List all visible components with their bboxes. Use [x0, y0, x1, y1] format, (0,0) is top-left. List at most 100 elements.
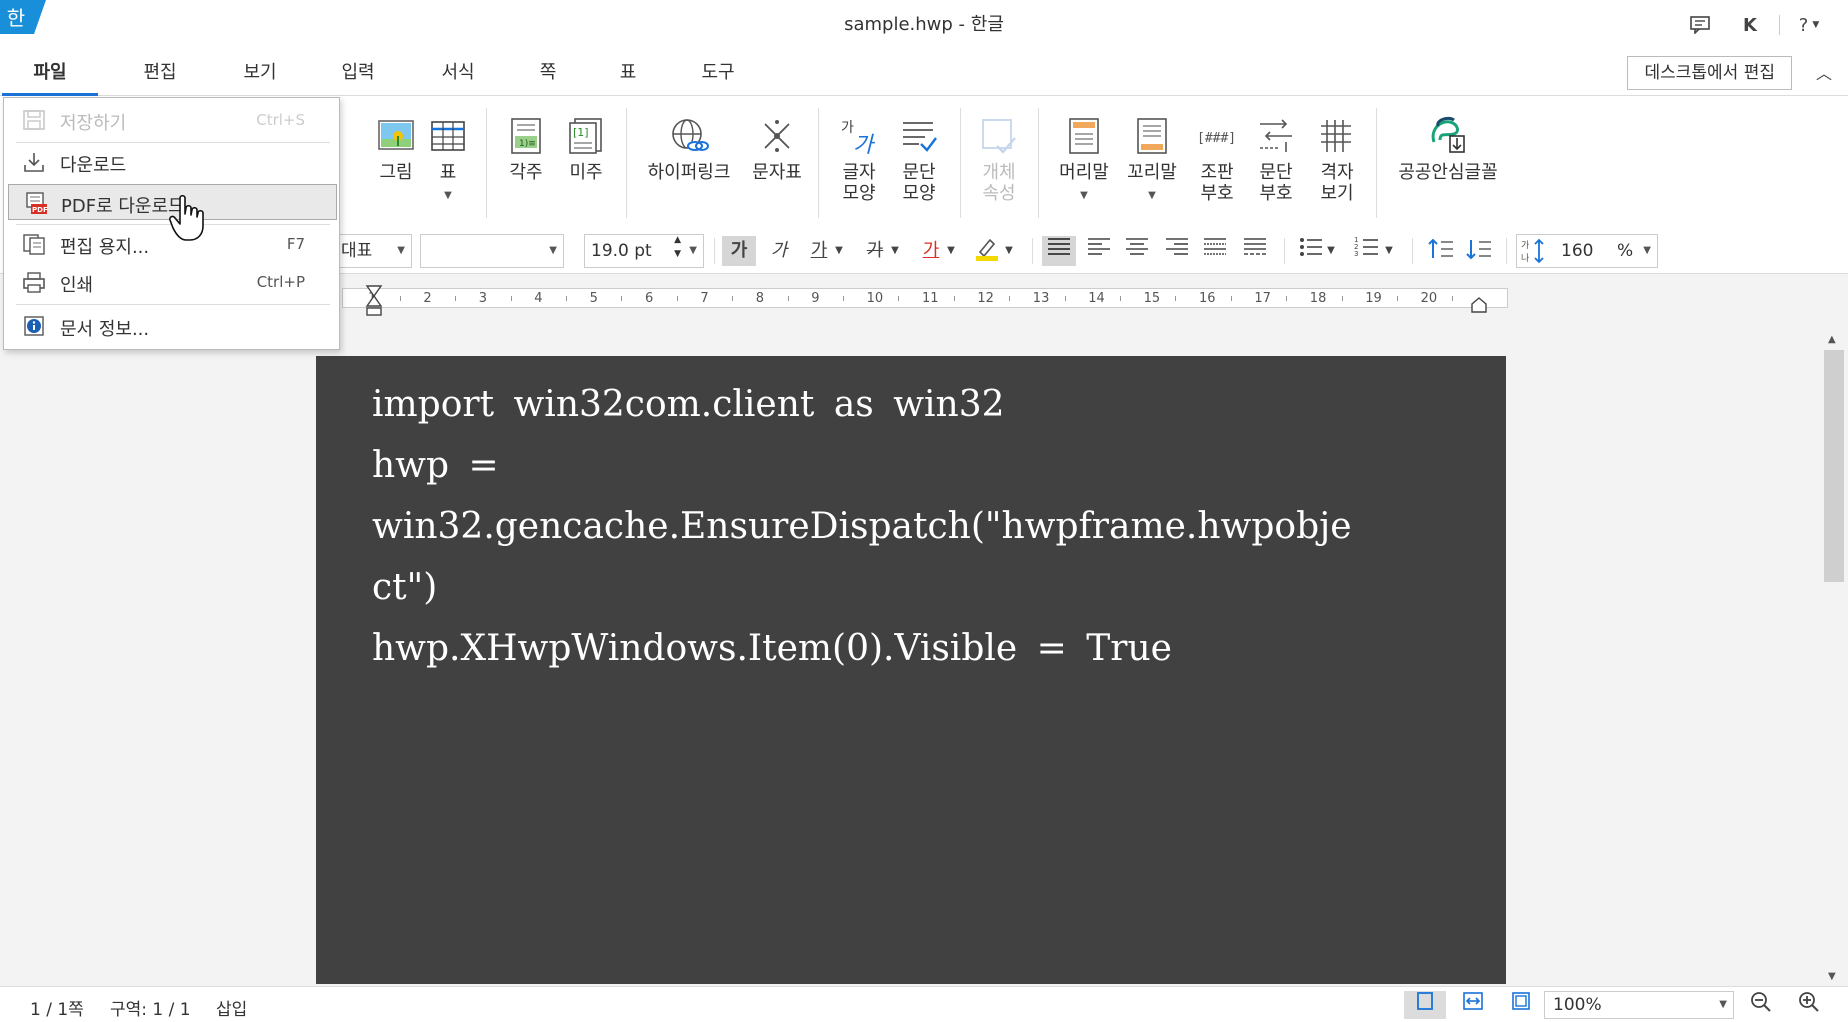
menu-item-download[interactable]: 다운로드: [8, 144, 337, 180]
bold-button[interactable]: 가: [722, 236, 756, 266]
object-properties-button[interactable]: 개체 속성: [976, 116, 1022, 204]
underline-button[interactable]: 가: [802, 236, 836, 266]
justify-button[interactable]: [1042, 236, 1076, 266]
indent-marker-icon[interactable]: [364, 284, 384, 318]
table-button[interactable]: 표 ▼: [428, 116, 468, 206]
table-dropdown-icon[interactable]: ▼: [428, 185, 468, 206]
font-select[interactable]: ▼: [420, 234, 564, 268]
highlight-dropdown-icon[interactable]: ▼: [1002, 236, 1016, 266]
size-stepper-icon[interactable]: ▲ ▼: [674, 233, 681, 261]
numbered-list-button[interactable]: 123: [1350, 236, 1384, 266]
tab-edit[interactable]: 편집: [120, 50, 200, 96]
align-right-icon: [1166, 238, 1188, 255]
ruler-number: 12: [977, 291, 994, 306]
endnote-icon: [1]: [569, 118, 602, 154]
tab-format[interactable]: 서식: [418, 50, 498, 96]
align-right-button[interactable]: [1160, 236, 1194, 266]
tab-file[interactable]: 파일: [2, 50, 98, 96]
svg-text:가: 가: [1521, 240, 1529, 251]
fit-width-button[interactable]: [1452, 991, 1494, 1019]
zoom-in-button[interactable]: [1788, 991, 1830, 1019]
distribute-button[interactable]: [1198, 236, 1232, 266]
ruler-tick: [621, 296, 623, 301]
ruler-tick: [1396, 296, 1398, 301]
window-title: sample.hwp - 한글: [844, 14, 1004, 35]
italic-button[interactable]: 가: [762, 236, 796, 266]
strikethrough-button[interactable]: 가: [858, 236, 892, 266]
fit-page-button[interactable]: [1500, 991, 1542, 1019]
bullet-dropdown-icon[interactable]: ▼: [1324, 236, 1338, 266]
right-margin-marker-icon[interactable]: [1470, 296, 1488, 314]
tab-page[interactable]: 쪽: [508, 50, 588, 96]
tab-view[interactable]: 보기: [220, 50, 300, 96]
menu-item-print[interactable]: 인쇄 Ctrl+P: [8, 264, 337, 300]
insert-mode-indicator[interactable]: 삽입: [216, 995, 247, 1020]
safe-font-button[interactable]: 공공안심글꼴: [1392, 116, 1504, 183]
scrollbar-thumb[interactable]: [1824, 350, 1844, 582]
help-button[interactable]: ? ▼: [1784, 12, 1834, 38]
menu-item-doc-info[interactable]: 문서 정보...: [8, 308, 337, 344]
document-page[interactable]: import win32com.client as win32 hwp = wi…: [316, 356, 1506, 984]
strike-dropdown-icon[interactable]: ▼: [888, 236, 902, 266]
underline-dropdown-icon[interactable]: ▼: [832, 236, 846, 266]
align-left-button[interactable]: [1082, 236, 1116, 266]
para-shape-button[interactable]: 문단 모양: [896, 116, 942, 204]
safe-font-icon: [1431, 116, 1465, 153]
footer-icon: [1137, 118, 1167, 154]
highlight-button[interactable]: [970, 236, 1004, 266]
vertical-scrollbar[interactable]: ▲ ▼: [1820, 330, 1848, 986]
toolbar-divider: [1032, 238, 1033, 264]
grid-view-button[interactable]: 격자 보기: [1314, 116, 1360, 204]
charmap-button[interactable]: 문자표: [748, 116, 806, 183]
page-view-button[interactable]: [1404, 991, 1446, 1019]
desktop-edit-button[interactable]: 데스크톱에서 편집: [1627, 56, 1792, 90]
tab-tools[interactable]: 도구: [678, 50, 758, 96]
footer-dropdown-icon[interactable]: ▼: [1122, 185, 1182, 206]
bookmark-code-button[interactable]: [###] 조판 부호: [1194, 116, 1240, 204]
account-button[interactable]: K: [1725, 12, 1775, 38]
header-dropdown-icon[interactable]: ▼: [1054, 185, 1114, 206]
fit-width-icon: [1463, 992, 1483, 1010]
ruler-tick: [1119, 296, 1121, 301]
menu-item-save[interactable]: 저장하기 Ctrl+S: [8, 102, 337, 138]
svg-text:1)≡: 1)≡: [519, 139, 536, 149]
hyperlink-button[interactable]: 하이퍼링크: [642, 116, 736, 183]
zoom-out-button[interactable]: [1740, 991, 1782, 1019]
picture-button[interactable]: 그림: [366, 116, 426, 183]
scroll-down-icon[interactable]: ▼: [1828, 971, 1836, 982]
line-spacing-input[interactable]: 가나 160 % ▼: [1516, 234, 1658, 268]
endnote-button[interactable]: [1] 미주: [565, 116, 607, 183]
horizontal-ruler[interactable]: 1234567891011121314151617181920: [342, 288, 1508, 308]
document-text[interactable]: import win32com.client as win32 hwp = wi…: [372, 374, 1482, 679]
ribbon-divider: [1376, 108, 1377, 218]
footnote-button[interactable]: 1)≡ 각주: [505, 116, 547, 183]
font-color-dropdown-icon[interactable]: ▼: [944, 236, 958, 266]
footer-button[interactable]: 꼬리말 ▼: [1122, 116, 1182, 206]
collapse-ribbon-icon[interactable]: ︿: [1816, 60, 1832, 84]
ruler-tick: [1341, 296, 1343, 301]
page-indicator: 1 / 1쪽: [30, 1000, 84, 1020]
comment-icon[interactable]: [1675, 12, 1725, 38]
scroll-up-icon[interactable]: ▲: [1828, 334, 1836, 345]
tab-insert[interactable]: 입력: [318, 50, 398, 96]
ruler-tick: [510, 296, 512, 301]
bullet-list-button[interactable]: [1294, 236, 1328, 266]
font-color-button[interactable]: 가: [914, 236, 948, 266]
font-size-input[interactable]: 19.0 pt ▲ ▼ ▼: [584, 234, 704, 268]
ribbon-divider: [960, 108, 961, 218]
zoom-select[interactable]: 100% ▼: [1544, 991, 1734, 1019]
ruler-number: 6: [645, 291, 654, 306]
style-select[interactable]: 대표 ▼: [334, 234, 412, 268]
decrease-level-button[interactable]: [1462, 236, 1496, 266]
divide-button[interactable]: [1238, 236, 1272, 266]
increase-level-button[interactable]: [1424, 236, 1458, 266]
para-mark-icon: [1260, 119, 1292, 152]
tab-table[interactable]: 표: [588, 50, 668, 96]
para-mark-button[interactable]: 문단 부호: [1253, 116, 1299, 204]
align-center-button[interactable]: [1120, 236, 1154, 266]
header-button[interactable]: 머리말 ▼: [1054, 116, 1114, 206]
char-shape-button[interactable]: 가가 글자 모양: [836, 116, 882, 204]
document-view[interactable]: import win32com.client as win32 hwp = wi…: [0, 318, 1820, 984]
svg-text:[###]: [###]: [1197, 131, 1236, 146]
numbered-dropdown-icon[interactable]: ▼: [1382, 236, 1396, 266]
